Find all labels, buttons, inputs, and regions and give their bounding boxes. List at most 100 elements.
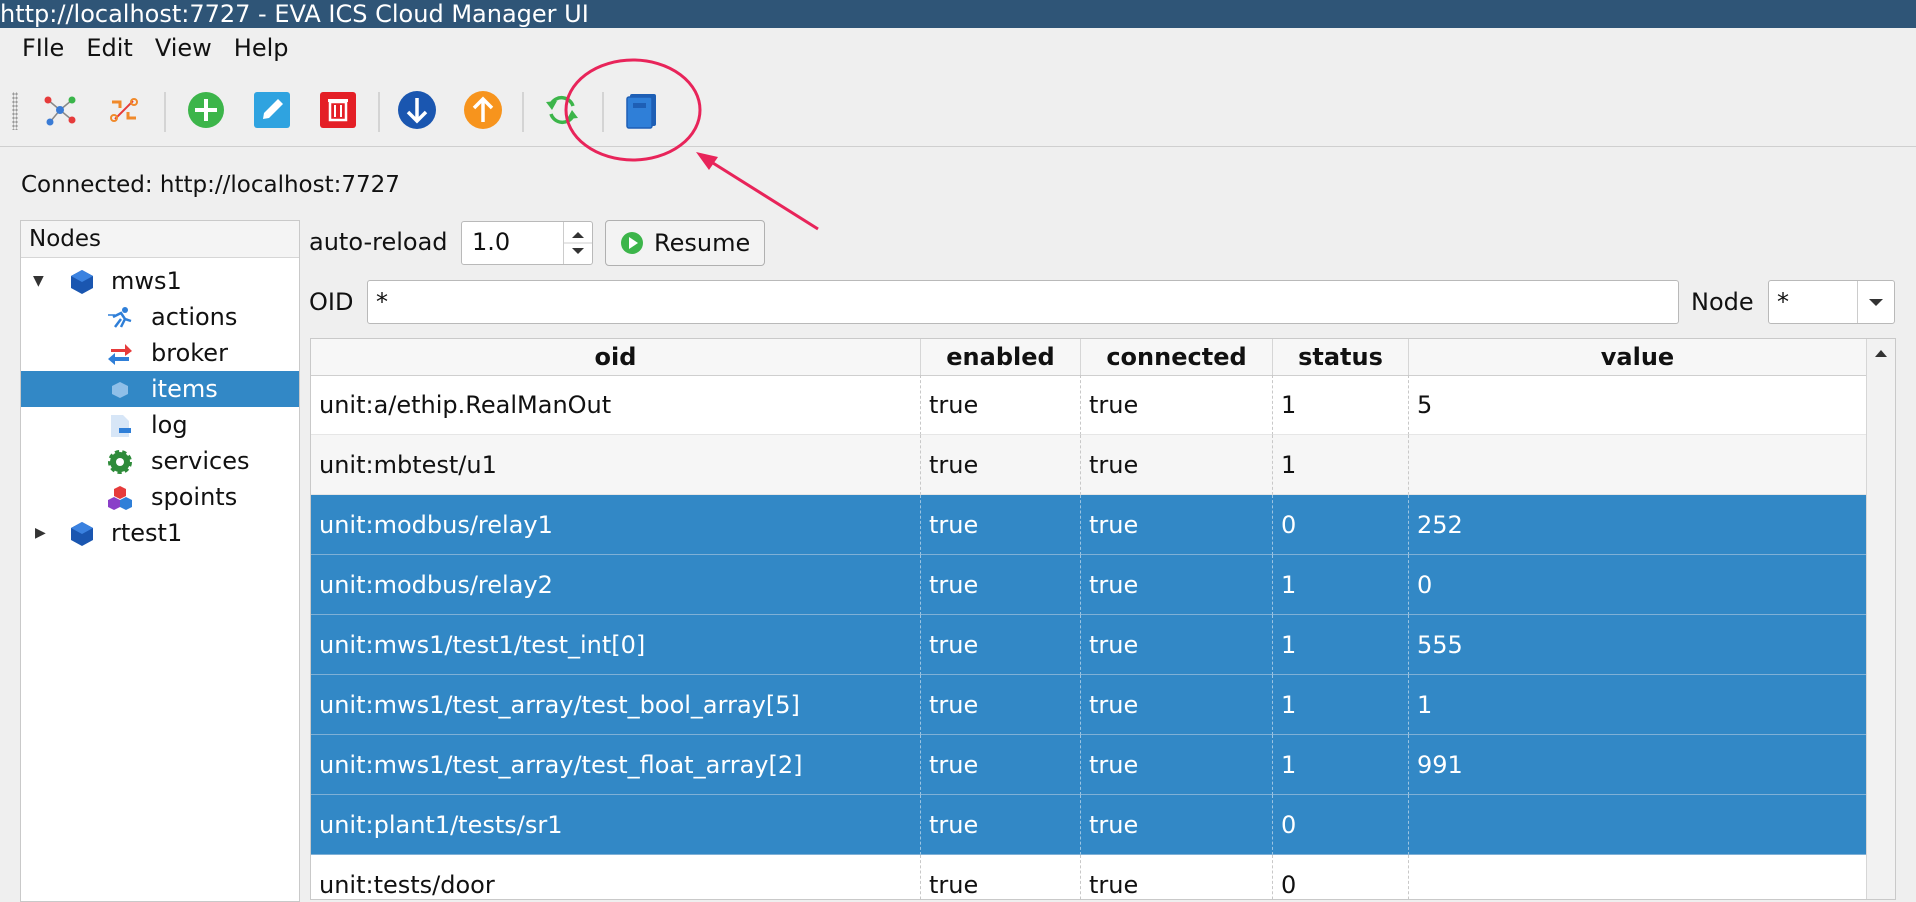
cell-status[interactable]: 1 <box>1273 375 1409 435</box>
cell-enabled[interactable]: true <box>921 435 1081 495</box>
table-row[interactable]: unit:modbus/relay2 true true 1 0 <box>311 555 1867 615</box>
cell-status[interactable]: 1 <box>1273 675 1409 735</box>
cell-oid[interactable]: unit:plant1/tests/sr1 <box>311 795 921 855</box>
oid-filter-input[interactable]: * <box>367 280 1679 324</box>
add-icon[interactable] <box>184 88 228 132</box>
items-icon <box>107 377 133 403</box>
node-select[interactable]: * <box>1768 280 1895 324</box>
table-row[interactable]: unit:mbtest/u1 true true 1 <box>311 435 1867 495</box>
menu-help[interactable]: Help <box>224 34 301 62</box>
expand-arrow-icon[interactable]: ▼ <box>33 263 49 299</box>
tree-item-services[interactable]: services <box>21 443 299 479</box>
nodes-icon[interactable] <box>38 88 82 132</box>
cell-value[interactable] <box>1409 855 1867 899</box>
table-row[interactable]: unit:mws1/test_array/test_float_array[2]… <box>311 735 1867 795</box>
expand-arrow-icon[interactable]: ▶ <box>35 515 51 551</box>
cell-value[interactable]: 0 <box>1409 555 1867 615</box>
actions-icon <box>107 305 133 331</box>
node-cube-icon <box>69 269 95 295</box>
cell-status[interactable]: 0 <box>1273 795 1409 855</box>
cell-value[interactable]: 5 <box>1409 375 1867 435</box>
cell-connected[interactable]: true <box>1081 855 1273 899</box>
cell-connected[interactable]: true <box>1081 435 1273 495</box>
chevron-down-icon[interactable] <box>1857 281 1894 323</box>
column-header-enabled[interactable]: enabled <box>921 339 1081 375</box>
download-icon[interactable] <box>395 88 439 132</box>
cell-connected[interactable]: true <box>1081 675 1273 735</box>
table-row[interactable]: unit:tests/door true true 0 <box>311 855 1867 899</box>
menu-edit[interactable]: Edit <box>76 34 144 62</box>
cell-oid[interactable]: unit:mws1/test1/test_int[0] <box>311 615 921 675</box>
cell-oid[interactable]: unit:modbus/relay1 <box>311 495 921 555</box>
cell-enabled[interactable]: true <box>921 375 1081 435</box>
vertical-scrollbar[interactable] <box>1866 339 1895 899</box>
cell-enabled[interactable]: true <box>921 615 1081 675</box>
tree-item-actions[interactable]: actions <box>21 299 299 335</box>
autoreload-label: auto-reload <box>309 228 448 256</box>
column-header-connected[interactable]: connected <box>1081 339 1273 375</box>
column-header-status[interactable]: status <box>1273 339 1409 375</box>
cell-value[interactable] <box>1409 795 1867 855</box>
menu-bar: FIle Edit View Help <box>0 28 1916 68</box>
delete-icon[interactable] <box>316 88 360 132</box>
cell-enabled[interactable]: true <box>921 495 1081 555</box>
tree-item-spoints[interactable]: spoints <box>21 479 299 515</box>
cell-oid[interactable]: unit:tests/door <box>311 855 921 899</box>
cell-value[interactable]: 555 <box>1409 615 1867 675</box>
upload-icon[interactable] <box>461 88 505 132</box>
cell-enabled[interactable]: true <box>921 555 1081 615</box>
resume-button[interactable]: Resume <box>605 220 765 266</box>
cell-value[interactable]: 252 <box>1409 495 1867 555</box>
highlight-arrow <box>704 156 819 231</box>
tree-item-items[interactable]: items <box>21 371 299 407</box>
cell-enabled[interactable]: true <box>921 735 1081 795</box>
cell-connected[interactable]: true <box>1081 375 1273 435</box>
cell-connected[interactable]: true <box>1081 615 1273 675</box>
cell-enabled[interactable]: true <box>921 675 1081 735</box>
tree-item-log[interactable]: log <box>21 407 299 443</box>
book-icon[interactable] <box>620 88 664 132</box>
table-row[interactable]: unit:mws1/test_array/test_bool_array[5] t… <box>311 675 1867 735</box>
table-header: oid enabled connected status value <box>311 339 1867 376</box>
cell-oid[interactable]: unit:modbus/relay2 <box>311 555 921 615</box>
cell-connected[interactable]: true <box>1081 735 1273 795</box>
table-row[interactable]: unit:a/ethip.RealManOut true true 1 5 <box>311 375 1867 435</box>
cell-status[interactable]: 0 <box>1273 495 1409 555</box>
cell-value[interactable]: 991 <box>1409 735 1867 795</box>
column-header-oid[interactable]: oid <box>311 339 921 375</box>
menu-view[interactable]: View <box>145 34 224 62</box>
table-row[interactable]: unit:modbus/relay1 true true 0 252 <box>311 495 1867 555</box>
autoreload-spinbox[interactable]: 1.0 <box>461 221 593 265</box>
cell-enabled[interactable]: true <box>921 855 1081 899</box>
table-row[interactable]: unit:mws1/test1/test_int[0] true true 1 555 <box>311 615 1867 675</box>
cell-status[interactable]: 0 <box>1273 855 1409 899</box>
column-header-value[interactable]: value <box>1409 339 1867 375</box>
window-title: http://localhost:7727 - EVA ICS Cloud Ma… <box>0 0 589 28</box>
autoreload-value: 1.0 <box>472 228 511 256</box>
table-row[interactable]: unit:plant1/tests/sr1 true true 0 <box>311 795 1867 855</box>
cell-oid[interactable]: unit:mws1/test_array/test_float_array[2] <box>311 735 921 795</box>
tree-item-broker[interactable]: broker <box>21 335 299 371</box>
disconnect-icon[interactable] <box>102 88 146 132</box>
cell-status[interactable]: 1 <box>1273 735 1409 795</box>
cell-value[interactable]: 1 <box>1409 675 1867 735</box>
cell-connected[interactable]: true <box>1081 795 1273 855</box>
edit-icon[interactable] <box>250 88 294 132</box>
reload-icon[interactable] <box>540 88 584 132</box>
tree-node-mws1[interactable]: ▼ mws1 <box>21 263 299 299</box>
gear-icon <box>107 449 133 475</box>
cell-oid[interactable]: unit:a/ethip.RealManOut <box>311 375 921 435</box>
cell-connected[interactable]: true <box>1081 555 1273 615</box>
cell-connected[interactable]: true <box>1081 495 1273 555</box>
toolbar-grip[interactable] <box>12 92 18 130</box>
cell-value[interactable] <box>1409 435 1867 495</box>
cell-oid[interactable]: unit:mbtest/u1 <box>311 435 921 495</box>
cell-status[interactable]: 1 <box>1273 435 1409 495</box>
tree-node-rtest1[interactable]: ▶ rtest1 <box>21 515 299 551</box>
menu-file[interactable]: FIle <box>12 34 76 62</box>
cell-status[interactable]: 1 <box>1273 615 1409 675</box>
cell-oid[interactable]: unit:mws1/test_array/test_bool_array[5] <box>311 675 921 735</box>
cell-status[interactable]: 1 <box>1273 555 1409 615</box>
cell-enabled[interactable]: true <box>921 795 1081 855</box>
spin-buttons[interactable] <box>563 222 592 264</box>
